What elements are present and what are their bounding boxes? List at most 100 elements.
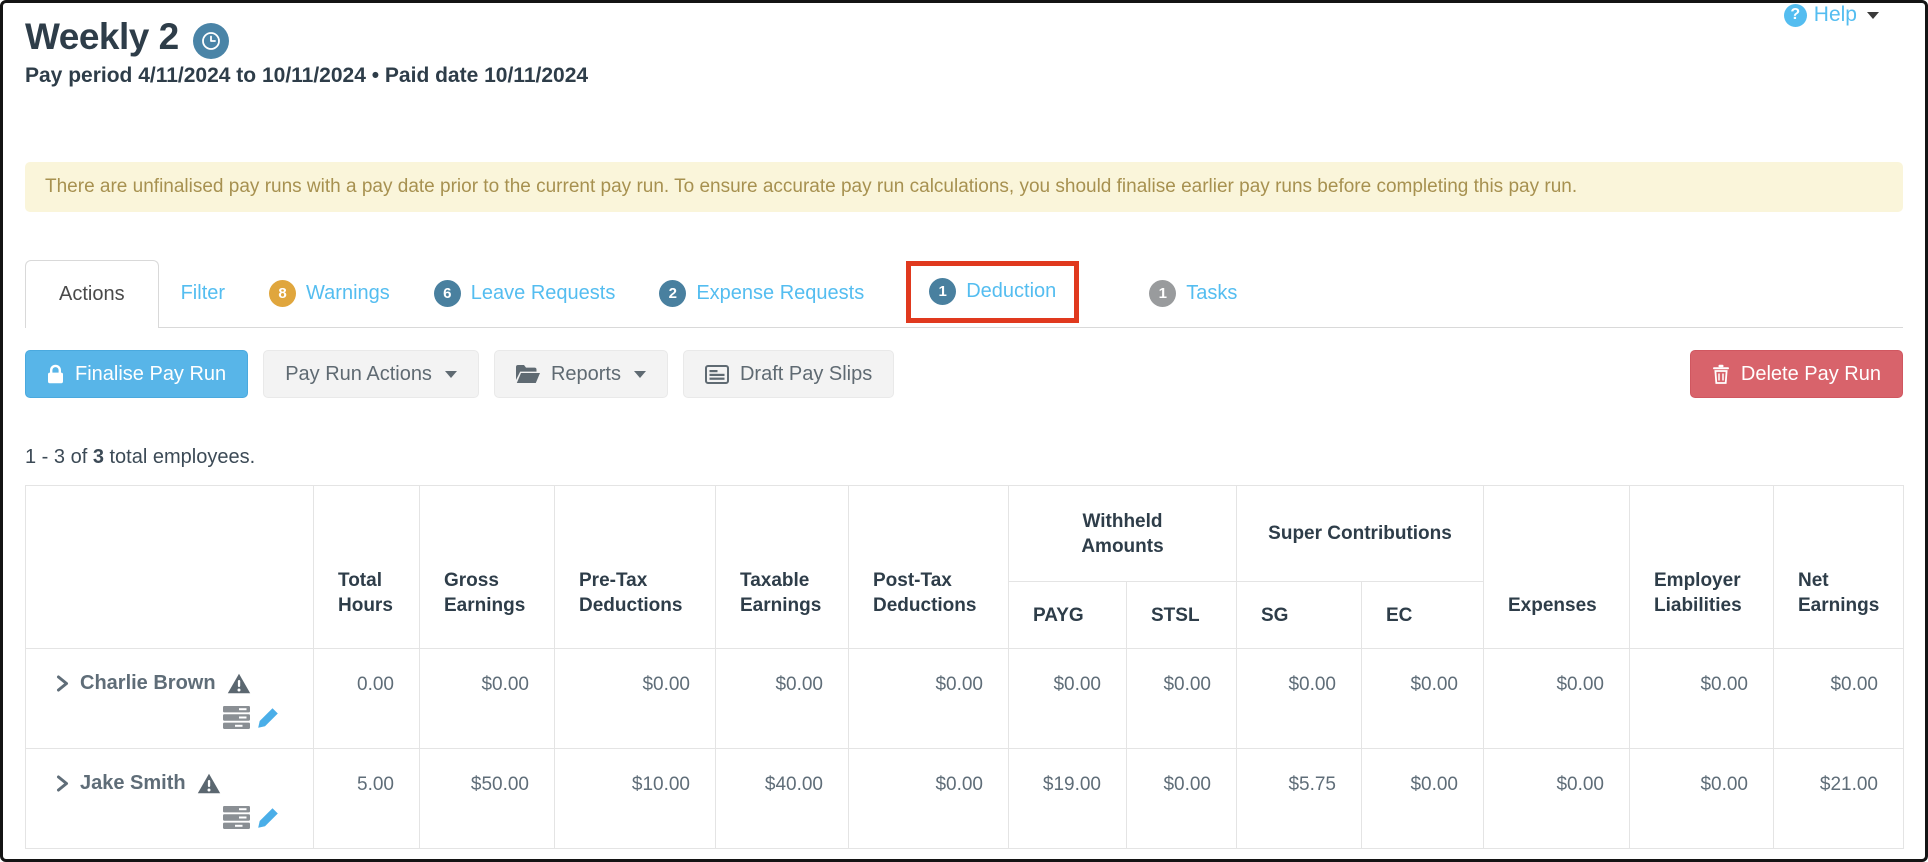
column-header-employer-liabilities: Employer Liabilities xyxy=(1630,486,1774,649)
cell-stsl: $0.00 xyxy=(1127,749,1237,849)
group-header-withheld-amounts: Withheld Amounts xyxy=(1009,486,1237,582)
page-header: Weekly 2 Pay period 4/11/2024 to 10/11/2… xyxy=(25,3,1903,88)
employee-name-row[interactable]: Jake Smith xyxy=(56,772,313,795)
page-frame: Weekly 2 Pay period 4/11/2024 to 10/11/2… xyxy=(0,0,1928,862)
cell-sg: $0.00 xyxy=(1237,649,1362,749)
employee-name-row[interactable]: Charlie Brown xyxy=(56,672,313,695)
column-header-stsl: STSL xyxy=(1127,582,1237,649)
employee-name[interactable]: Charlie Brown xyxy=(80,672,216,695)
tab-tasks-label: Tasks xyxy=(1186,282,1237,305)
finalise-pay-run-button[interactable]: Finalise Pay Run xyxy=(25,350,248,398)
cell-ec: $0.00 xyxy=(1362,649,1484,749)
pay-run-table: Total Hours Gross Earnings Pre-Tax Deduc… xyxy=(25,485,1904,849)
pay-run-notes-icon[interactable] xyxy=(223,806,250,829)
tab-deduction-label: Deduction xyxy=(966,280,1056,303)
column-header-total-hours: Total Hours xyxy=(314,486,420,649)
tab-warnings[interactable]: 8 Warnings xyxy=(247,260,412,327)
tab-tasks[interactable]: 1 Tasks xyxy=(1127,260,1259,327)
summary-range: 1 - 3 of xyxy=(25,446,93,468)
column-header-post-tax-deductions: Post-Tax Deductions xyxy=(849,486,1009,649)
tab-expense-requests[interactable]: 2 Expense Requests xyxy=(637,260,886,327)
cell-net-earnings: $21.00 xyxy=(1774,749,1904,849)
clock-icon xyxy=(193,23,229,59)
column-header-employee xyxy=(26,486,314,649)
warning-triangle-icon xyxy=(227,673,251,694)
warning-triangle-icon xyxy=(197,773,221,794)
pay-run-actions-button[interactable]: Pay Run Actions xyxy=(263,350,479,398)
draft-pay-slips-button[interactable]: Draft Pay Slips xyxy=(683,350,894,398)
column-header-net-earnings: Net Earnings xyxy=(1774,486,1904,649)
edit-pencil-icon[interactable] xyxy=(257,707,279,729)
deduction-highlight-annotation: 1 Deduction xyxy=(906,261,1079,323)
cell-employer-liabilities: $0.00 xyxy=(1630,749,1774,849)
cell-gross-earnings: $50.00 xyxy=(420,749,555,849)
delete-pay-run-label: Delete Pay Run xyxy=(1741,363,1881,386)
folder-open-icon xyxy=(516,365,540,383)
cell-expenses: $0.00 xyxy=(1484,649,1630,749)
help-label: Help xyxy=(1814,3,1857,27)
warning-banner: There are unfinalised pay runs with a pa… xyxy=(25,162,1903,212)
page-title: Weekly 2 xyxy=(25,16,179,58)
cell-total-hours: 0.00 xyxy=(314,649,420,749)
edit-pencil-icon[interactable] xyxy=(257,807,279,829)
cell-pre-tax-deductions: $0.00 xyxy=(555,649,716,749)
table-row-charlie-brown: Charlie Brown 0.00 $0.00 $0.00 $0.00 $0.… xyxy=(26,649,1904,749)
finalise-pay-run-label: Finalise Pay Run xyxy=(75,363,226,386)
column-header-taxable-earnings: Taxable Earnings xyxy=(716,486,849,649)
column-header-gross-earnings: Gross Earnings xyxy=(420,486,555,649)
leave-requests-count-badge: 6 xyxy=(434,280,461,307)
cell-post-tax-deductions: $0.00 xyxy=(849,649,1009,749)
warnings-count-badge: 8 xyxy=(269,280,296,307)
toolbar: Finalise Pay Run Pay Run Actions Reports xyxy=(25,350,1903,398)
cell-expenses: $0.00 xyxy=(1484,749,1630,849)
cell-net-earnings: $0.00 xyxy=(1774,649,1904,749)
tab-filter[interactable]: Filter xyxy=(159,260,247,327)
delete-pay-run-button[interactable]: Delete Pay Run xyxy=(1690,350,1903,398)
warning-banner-text: There are unfinalised pay runs with a pa… xyxy=(45,176,1577,197)
expense-requests-count-badge: 2 xyxy=(659,280,686,307)
reports-label: Reports xyxy=(551,363,621,386)
employee-cell: Jake Smith xyxy=(26,749,314,849)
tab-bar: Actions Filter 8 Warnings 6 Leave Reques… xyxy=(25,260,1903,328)
column-header-pre-tax-deductions: Pre-Tax Deductions xyxy=(555,486,716,649)
cell-gross-earnings: $0.00 xyxy=(420,649,555,749)
cell-ec: $0.00 xyxy=(1362,749,1484,849)
chevron-down-icon xyxy=(1867,12,1879,19)
tab-leave-requests-label: Leave Requests xyxy=(471,282,616,305)
reports-button[interactable]: Reports xyxy=(494,350,668,398)
summary-suffix: total employees. xyxy=(104,446,255,468)
column-header-sg: SG xyxy=(1237,582,1362,649)
cell-employer-liabilities: $0.00 xyxy=(1630,649,1774,749)
tasks-count-badge: 1 xyxy=(1149,280,1176,307)
cell-post-tax-deductions: $0.00 xyxy=(849,749,1009,849)
chevron-down-icon xyxy=(634,371,646,378)
tab-actions-label: Actions xyxy=(59,283,125,306)
tab-filter-label: Filter xyxy=(181,282,225,305)
cell-pre-tax-deductions: $10.00 xyxy=(555,749,716,849)
column-header-expenses: Expenses xyxy=(1484,486,1630,649)
deduction-count-badge: 1 xyxy=(929,278,956,305)
summary-total: 3 xyxy=(93,446,104,468)
table-row-jake-smith: Jake Smith 5.00 $50.00 $10.00 $40.00 $0.… xyxy=(26,749,1904,849)
tab-deduction[interactable]: 1 Deduction xyxy=(923,278,1062,305)
employee-count-summary: 1 - 3 of 3 total employees. xyxy=(25,446,1903,469)
lock-icon xyxy=(47,364,64,384)
column-header-ec: EC xyxy=(1362,582,1484,649)
chevron-down-icon xyxy=(445,371,457,378)
column-header-payg: PAYG xyxy=(1009,582,1127,649)
pay-run-notes-icon[interactable] xyxy=(223,706,250,729)
chevron-right-icon xyxy=(56,775,69,792)
help-menu[interactable]: ? Help xyxy=(1784,3,1879,27)
chevron-right-icon xyxy=(56,675,69,692)
cell-total-hours: 5.00 xyxy=(314,749,420,849)
list-document-icon xyxy=(705,365,729,384)
tab-leave-requests[interactable]: 6 Leave Requests xyxy=(412,260,638,327)
cell-stsl: $0.00 xyxy=(1127,649,1237,749)
tab-warnings-label: Warnings xyxy=(306,282,390,305)
cell-payg: $0.00 xyxy=(1009,649,1127,749)
cell-sg: $5.75 xyxy=(1237,749,1362,849)
employee-name[interactable]: Jake Smith xyxy=(80,772,186,795)
pay-run-actions-label: Pay Run Actions xyxy=(285,363,432,386)
tab-actions[interactable]: Actions xyxy=(25,260,159,328)
employee-cell: Charlie Brown xyxy=(26,649,314,749)
